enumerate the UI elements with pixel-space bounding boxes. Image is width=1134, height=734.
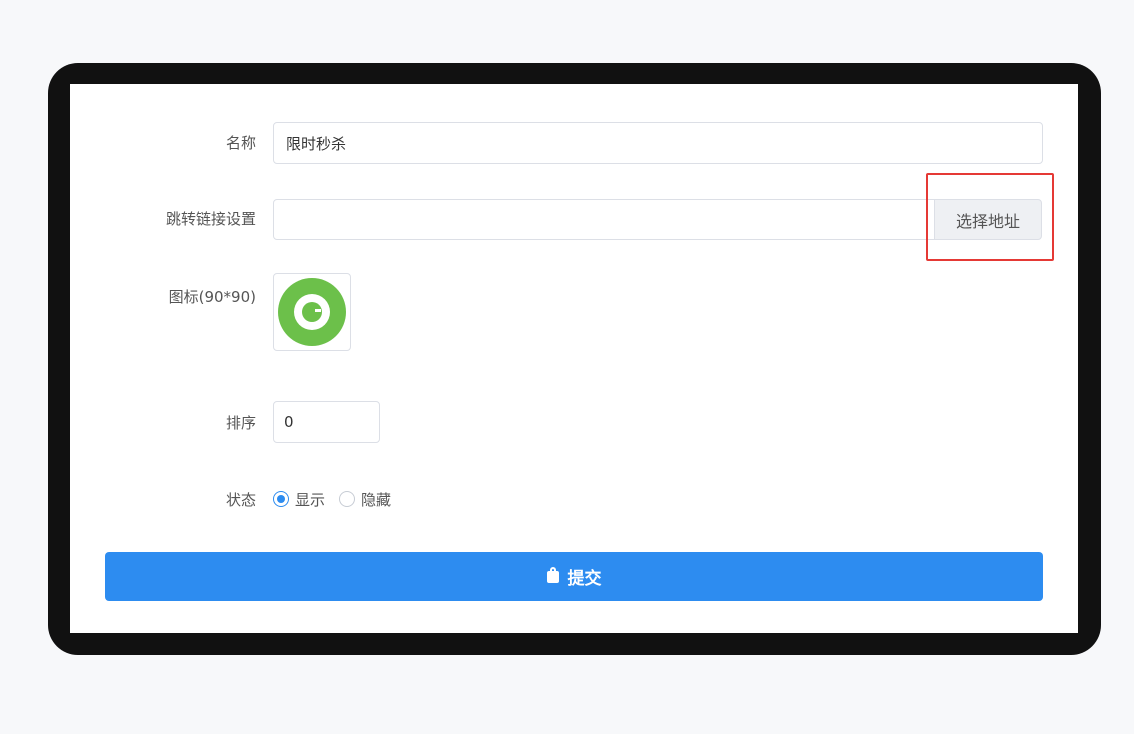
submit-label: 提交 — [567, 569, 602, 589]
submit-button[interactable]: 提交 — [105, 552, 1043, 601]
radio-show[interactable]: 显示 — [273, 489, 325, 510]
form-panel — [70, 84, 1078, 633]
green-ring-icon — [278, 278, 346, 346]
status-radio-group: 显示 隐藏 — [273, 487, 405, 511]
radio-show-label: 显示 — [295, 490, 326, 509]
sort-input[interactable]: 0 — [273, 401, 380, 443]
link-label: 跳转链接设置 — [165, 210, 256, 228]
status-label: 状态 — [225, 491, 256, 509]
highlight-box — [926, 173, 1054, 261]
radio-hide[interactable]: 隐藏 — [339, 489, 391, 510]
radio-show-dot[interactable] — [273, 491, 289, 507]
link-input[interactable] — [273, 199, 935, 240]
name-input[interactable]: 限时秒杀 — [273, 122, 1043, 164]
radio-hide-dot[interactable] — [339, 491, 356, 507]
bag-icon — [546, 566, 559, 583]
icon-upload[interactable] — [273, 273, 351, 351]
radio-hide-label: 隐藏 — [361, 490, 392, 509]
icon-label: 图标(90*90) — [168, 288, 256, 306]
sort-label: 排序 — [225, 414, 256, 432]
name-label: 名称 — [225, 134, 256, 152]
